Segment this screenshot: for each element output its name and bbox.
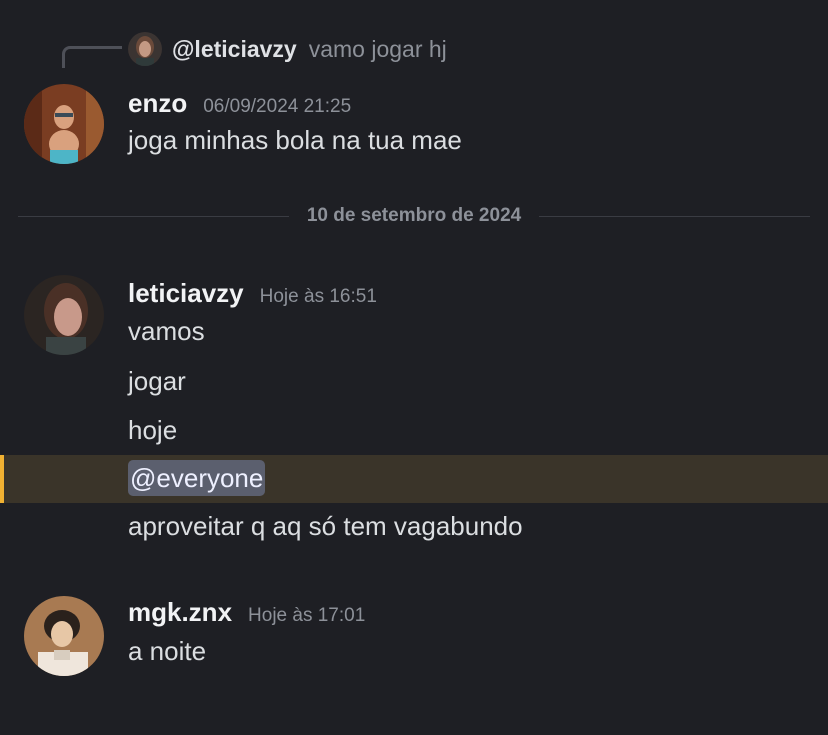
- divider-rule-left: [18, 215, 289, 217]
- message-header-enzo: enzo 06/09/2024 21:25: [128, 88, 351, 119]
- username[interactable]: leticiavzy: [128, 278, 244, 309]
- timestamp: Hoje às 17:01: [248, 605, 366, 626]
- mention-highlight-row: [0, 455, 828, 503]
- reply-connector-line: [62, 46, 122, 68]
- date-divider: 10 de setembro de 2024: [18, 203, 811, 229]
- message-text: a noite: [128, 636, 207, 666]
- chat-message-list: @leticiavzy vamo jogar hj enzo 06/09/202…: [0, 0, 828, 735]
- message-header-leticiavzy: leticiavzy Hoje às 16:51: [128, 278, 377, 309]
- username[interactable]: mgk.znx: [128, 597, 232, 628]
- reply-preview-text[interactable]: vamo jogar hj: [309, 36, 447, 63]
- avatar-mgk-znx[interactable]: [24, 596, 104, 676]
- everyone-mention[interactable]: @everyone: [128, 460, 266, 496]
- message-header-mgk-znx: mgk.znx Hoje às 17:01: [128, 597, 365, 628]
- timestamp: 06/09/2024 21:25: [203, 96, 352, 117]
- divider-date: 10 de setembro de 2024: [306, 205, 522, 226]
- avatar-leticiavzy[interactable]: [24, 275, 104, 355]
- message-text: aproveitar q aq só tem vagabundo: [128, 511, 523, 541]
- divider-rule-right: [539, 215, 811, 217]
- timestamp: Hoje às 16:51: [259, 286, 377, 307]
- reply-avatar[interactable]: [128, 32, 162, 66]
- message-text: vamos: [128, 316, 205, 346]
- message-text: joga minhas bola na tua mae: [128, 125, 462, 155]
- username[interactable]: enzo: [128, 88, 187, 119]
- message-text: jogar: [128, 366, 186, 396]
- reply-reference[interactable]: @leticiavzy vamo jogar hj: [128, 30, 447, 68]
- reply-username[interactable]: @leticiavzy: [172, 36, 297, 63]
- mention-highlight-bar: [0, 455, 4, 503]
- avatar-enzo[interactable]: [24, 84, 104, 164]
- message-text: hoje: [128, 415, 178, 445]
